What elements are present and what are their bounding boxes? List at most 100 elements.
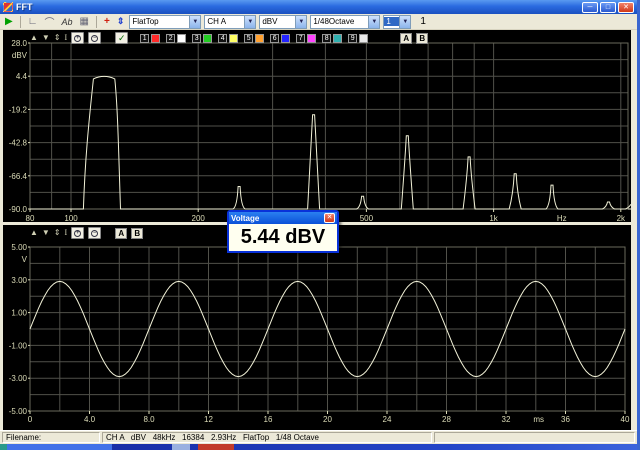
trace-9-number[interactable]: 9: [348, 33, 358, 43]
toolbar-separator: [95, 15, 97, 28]
ibeam-cursor-icon[interactable]: I: [65, 227, 68, 239]
trace-select-value: 1: [384, 17, 400, 26]
scroll-up-icon[interactable]: ▲: [30, 32, 38, 44]
trace-8-number[interactable]: 8: [322, 33, 332, 43]
svg-text:3.00: 3.00: [11, 276, 27, 285]
trace-4-number[interactable]: 4: [218, 33, 228, 43]
statusbar-filename: Filename:: [2, 432, 100, 443]
scale-updown-icon[interactable]: ⇕: [115, 15, 127, 29]
scroll-up-icon[interactable]: ▲: [30, 227, 38, 239]
trace-3-number[interactable]: 3: [192, 33, 202, 43]
scroll-down-icon[interactable]: ▼: [42, 227, 50, 239]
background-window-close-fragment[interactable]: [198, 444, 234, 450]
svg-text:-19.2: -19.2: [9, 105, 28, 114]
svg-text:500: 500: [360, 214, 374, 222]
chevron-down-icon[interactable]: ▼: [189, 15, 201, 28]
play-button[interactable]: ▶: [3, 15, 15, 29]
grid-checkbox[interactable]: ✓: [115, 32, 129, 44]
close-button[interactable]: ✕: [618, 1, 634, 13]
cursor-crosshair-icon[interactable]: +: [102, 15, 112, 29]
background-window-titlebar: [0, 444, 637, 450]
trace-3-color-swatch[interactable]: [203, 33, 213, 43]
octave-dropdown[interactable]: 1/48Octave ▼: [310, 14, 381, 29]
chevron-down-icon[interactable]: ▼: [295, 15, 307, 28]
trace-6-color-swatch[interactable]: [281, 33, 291, 43]
fft-window: FFT ─ □ ✕ ▶ ∟ ⌒ Ab ▦ + ⇕ FlatTop ▼ CH A …: [0, 0, 640, 450]
spectrum-chart-toolbar: ▲ ▼ ⇕ I + − ✓ 1 2 3 4 5 6 7 8 9 A B: [30, 32, 429, 44]
svg-text:dBV: dBV: [12, 51, 28, 60]
maximize-button[interactable]: □: [600, 1, 616, 13]
trace-7-number[interactable]: 7: [296, 33, 306, 43]
svg-text:Hz: Hz: [557, 214, 567, 222]
trace-5-number[interactable]: 5: [244, 33, 254, 43]
unit-dropdown[interactable]: dBV ▼: [259, 14, 308, 29]
spectrum-chart[interactable]: 28.0 4.4 -19.2 -42.8 -66.4 -90.0 dBV 80 100 200 50…: [3, 30, 631, 222]
waveform-panel: ▲ ▼ ⇕ I + − A B 5.00 3.00 1.00 -1.00 -3.00 -5…: [3, 225, 631, 430]
svg-text:-5.00: -5.00: [9, 407, 28, 416]
zoom-in-button[interactable]: +: [71, 32, 85, 44]
voltage-popup-body: 5.44 dBV: [229, 224, 337, 251]
waveform-a-button[interactable]: A: [115, 227, 128, 239]
statusbar: Filename: CH A dBV 48kHz 16384 2.93Hz Fl…: [0, 430, 637, 444]
chevron-down-icon[interactable]: ▼: [399, 15, 411, 28]
trace-2-color-swatch[interactable]: [177, 33, 187, 43]
trace-8-color-swatch[interactable]: [333, 33, 343, 43]
trace-9-color-swatch[interactable]: [359, 33, 369, 43]
svg-text:5.00: 5.00: [11, 243, 27, 252]
trace-select-dropdown[interactable]: 1 ▼: [383, 14, 412, 29]
svg-text:8.0: 8.0: [143, 415, 155, 424]
trace-2-number[interactable]: 2: [166, 33, 176, 43]
svg-text:1k: 1k: [489, 214, 498, 222]
statusbar-empty-panel: [434, 432, 635, 443]
background-window-minimize-fragment[interactable]: [172, 444, 190, 450]
label-ab-icon[interactable]: Ab: [60, 15, 75, 29]
fit-vertical-icon[interactable]: ⇕: [54, 227, 61, 239]
waveform-chart[interactable]: 5.00 3.00 1.00 -1.00 -3.00 -5.00 V 0 4.0 8.0 12 16 2…: [3, 225, 631, 430]
magnifier-plus-icon: +: [74, 229, 82, 237]
ibeam-cursor-icon[interactable]: I: [65, 32, 68, 44]
zoom-out-button[interactable]: −: [88, 227, 102, 239]
trace-5-color-swatch[interactable]: [255, 33, 265, 43]
trace-7-color-swatch[interactable]: [307, 33, 317, 43]
spectrum-b-button[interactable]: B: [416, 32, 429, 44]
chevron-down-icon[interactable]: ▼: [244, 15, 256, 28]
average-count: 1: [420, 16, 426, 27]
svg-text:-3.00: -3.00: [9, 374, 28, 383]
waveform-b-button[interactable]: B: [131, 227, 144, 239]
trace-6-number[interactable]: 6: [270, 33, 280, 43]
magnifier-plus-icon: +: [74, 34, 82, 42]
fit-vertical-icon[interactable]: ⇕: [54, 32, 61, 44]
channel-dropdown[interactable]: CH A ▼: [204, 14, 257, 29]
trace-1-color-swatch[interactable]: [151, 33, 161, 43]
svg-text:40: 40: [621, 415, 630, 424]
minimize-button[interactable]: ─: [582, 1, 598, 13]
svg-text:28.0: 28.0: [11, 39, 27, 48]
magnifier-minus-icon: −: [91, 34, 99, 42]
waveform-chart-toolbar: ▲ ▼ ⇕ I + − A B: [30, 227, 144, 239]
voltage-popup-title: Voltage: [231, 213, 260, 223]
voltage-popup-close-icon[interactable]: ✕: [324, 213, 335, 223]
svg-text:V: V: [22, 255, 28, 264]
titlebar: FFT ─ □ ✕: [0, 0, 637, 14]
spectrum-a-button[interactable]: A: [400, 32, 413, 44]
window-function-value: FlatTop: [132, 17, 159, 26]
main-toolbar: ▶ ∟ ⌒ Ab ▦ + ⇕ FlatTop ▼ CH A ▼ dBV ▼ 1/…: [0, 14, 637, 30]
zoom-in-button[interactable]: +: [71, 227, 85, 239]
zoom-out-button[interactable]: −: [88, 32, 102, 44]
trace-1-number[interactable]: 1: [140, 33, 150, 43]
window-function-dropdown[interactable]: FlatTop ▼: [129, 14, 202, 29]
axes-icon[interactable]: ∟: [26, 15, 40, 29]
grid-view-icon[interactable]: ▦: [78, 15, 91, 29]
voltage-popup[interactable]: Voltage ✕ 5.44 dBV: [227, 210, 339, 253]
magnifier-minus-icon: −: [91, 229, 99, 237]
svg-text:-90.0: -90.0: [9, 205, 28, 214]
app-icon: [3, 2, 13, 12]
trace-4-color-swatch[interactable]: [229, 33, 239, 43]
voltage-popup-titlebar[interactable]: Voltage ✕: [229, 212, 337, 224]
chevron-down-icon[interactable]: ▼: [368, 15, 380, 28]
curve-icon[interactable]: ⌒: [43, 15, 57, 29]
svg-text:4.0: 4.0: [84, 415, 96, 424]
svg-text:80: 80: [26, 214, 35, 222]
unit-value: dBV: [262, 17, 278, 26]
scroll-down-icon[interactable]: ▼: [42, 32, 50, 44]
